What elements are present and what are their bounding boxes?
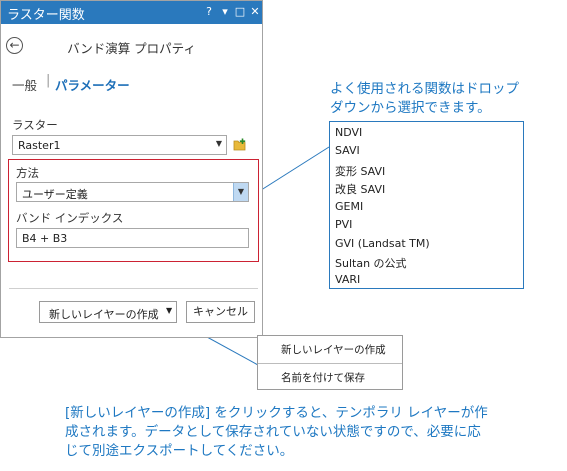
- raster-value: Raster1: [18, 139, 61, 152]
- method-label: 方法: [16, 166, 39, 180]
- list-item[interactable]: GVI (Landsat TM): [335, 237, 430, 250]
- bottom-note-line2: 成されます。データとして保存されていない状態ですので、必要に応: [65, 424, 481, 440]
- pin-icon[interactable]: ▾: [219, 4, 231, 20]
- list-item[interactable]: NDVI: [335, 126, 362, 139]
- list-item[interactable]: SAVI: [335, 144, 360, 157]
- band-index-label: バンド インデックス: [16, 211, 124, 225]
- pane-title: ラスター関数: [7, 8, 85, 23]
- footer-divider: [9, 288, 258, 289]
- list-item[interactable]: 改良 SAVI: [335, 181, 385, 197]
- new-layer-label: 新しいレイヤーの作成: [49, 308, 159, 321]
- chevron-down-icon: ▼: [215, 139, 222, 148]
- list-item[interactable]: 変形 SAVI: [335, 163, 385, 179]
- method-dropdown[interactable]: ユーザー定義 ▼: [16, 182, 249, 202]
- menu-item-save-as[interactable]: 名前を付けて保存: [281, 370, 365, 385]
- add-raster-icon[interactable]: [233, 138, 246, 151]
- close-icon[interactable]: ✕: [249, 4, 261, 20]
- method-value: ユーザー定義: [22, 188, 88, 201]
- list-item[interactable]: VARI: [335, 273, 360, 286]
- chevron-down-icon[interactable]: ▼: [233, 183, 248, 201]
- chevron-down-icon[interactable]: ▼: [166, 306, 172, 315]
- bottom-note-line1: [新しいレイヤーの作成] をクリックすると、テンポラリ レイヤーが作: [65, 405, 488, 421]
- maximize-icon[interactable]: □: [234, 4, 246, 20]
- pane-titlebar: ラスター関数 ? ▾ □ ✕: [1, 1, 262, 24]
- list-item[interactable]: GEMI: [335, 200, 363, 213]
- tab-parameters[interactable]: パラメーター: [55, 75, 130, 94]
- band-index-input[interactable]: B4 + B3: [16, 228, 249, 248]
- bottom-note: [新しいレイヤーの作成] をクリックすると、テンポラリ レイヤーが作 成されます…: [65, 404, 488, 461]
- menu-separator: [258, 363, 402, 364]
- dropdown-note-line1: よく使用される関数はドロップ: [330, 81, 519, 97]
- pane-heading: バンド演算 プロパティ: [67, 41, 196, 56]
- raster-label: ラスター: [12, 118, 58, 132]
- list-item[interactable]: PVI: [335, 218, 352, 231]
- new-layer-button[interactable]: 新しいレイヤーの作成 ▼: [39, 301, 177, 323]
- dropdown-note-line2: ダウンから選択できます。: [330, 100, 491, 116]
- tab-general[interactable]: 一般: [12, 75, 37, 94]
- method-options-list: NDVI SAVI 変形 SAVI 改良 SAVI GEMI PVI GVI (…: [329, 121, 524, 289]
- help-icon[interactable]: ?: [203, 4, 215, 20]
- menu-item-new-layer[interactable]: 新しいレイヤーの作成: [281, 342, 386, 357]
- new-layer-menu: 新しいレイヤーの作成 名前を付けて保存: [257, 335, 403, 390]
- raster-function-pane: ラスター関数 ? ▾ □ ✕ ← バンド演算 プロパティ 一般 | パラメーター…: [0, 0, 263, 338]
- list-item[interactable]: Sultan の公式: [335, 255, 407, 271]
- raster-dropdown[interactable]: Raster1 ▼: [12, 135, 227, 155]
- bottom-note-line3: じて別途エクスポートしてください。: [65, 443, 294, 459]
- dropdown-note: よく使用される関数はドロップ ダウンから選択できます。: [330, 80, 519, 118]
- cancel-button[interactable]: キャンセル: [186, 301, 255, 323]
- band-index-value: B4 + B3: [22, 232, 68, 245]
- tab-separator: |: [46, 73, 51, 88]
